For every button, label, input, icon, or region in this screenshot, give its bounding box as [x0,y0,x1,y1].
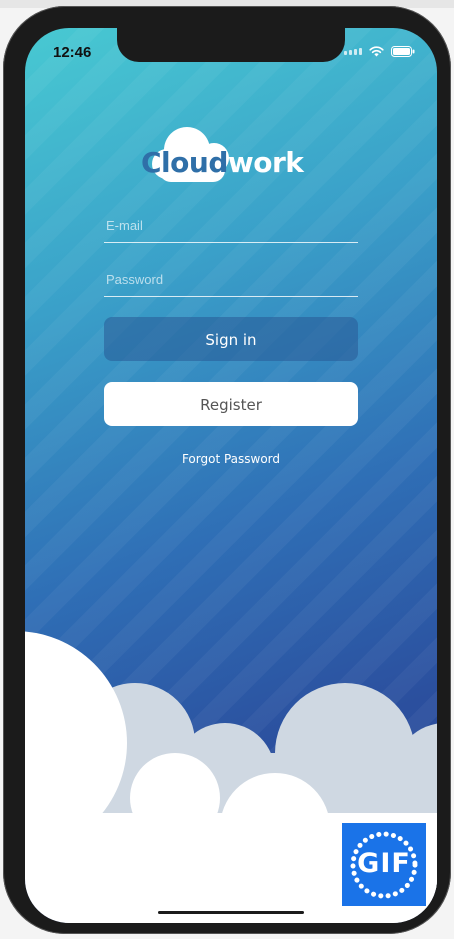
home-indicator[interactable] [157,910,305,915]
email-field[interactable] [104,208,362,243]
notch [117,28,345,62]
forgot-password-link[interactable]: Forgot Password [104,452,358,466]
logo-work-word: work [227,146,304,179]
wifi-icon [369,46,384,57]
password-field[interactable] [104,262,362,297]
battery-icon [391,46,415,57]
signal-icon [344,48,362,55]
app-screen: 12:46 Cloudwork E-mail Sign in Register … [25,28,437,923]
gif-badge: GIF [342,823,426,906]
status-icons [344,46,415,57]
password-input[interactable] [104,262,362,296]
status-time: 12:46 [53,44,92,61]
cloudwork-logo: Cloudwork [141,120,331,192]
gif-badge-label: GIF [357,848,411,879]
email-input[interactable] [104,208,362,242]
logo-cloud-word: Cloud [141,146,228,179]
logo-wordmark: Cloudwork [141,146,304,179]
sign-in-button[interactable]: Sign in [104,317,358,361]
page: 12:46 Cloudwork E-mail Sign in Register … [0,0,454,939]
register-button[interactable]: Register [104,382,358,426]
phone-frame: 12:46 Cloudwork E-mail Sign in Register … [3,6,451,934]
